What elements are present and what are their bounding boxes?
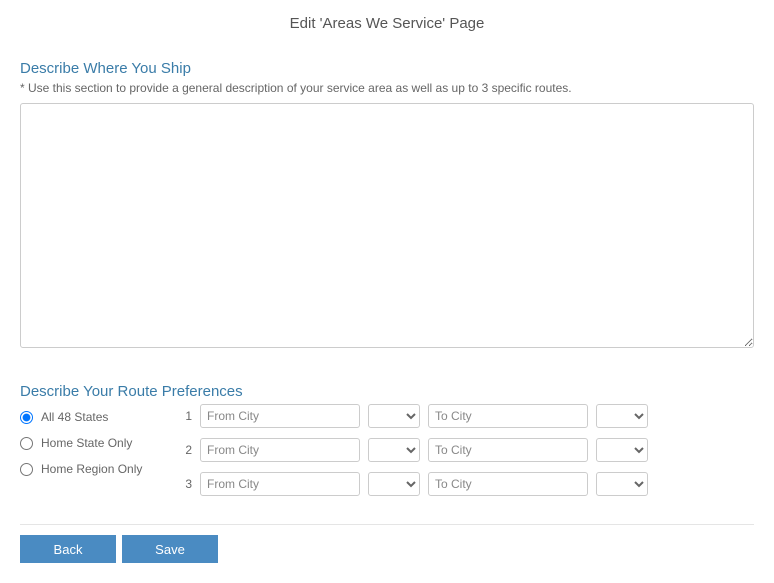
route-row: 1: [180, 404, 648, 428]
page-title: Edit 'Areas We Service' Page: [20, 15, 754, 32]
to-state-select-3[interactable]: [596, 472, 648, 496]
radio-all-48-states-input[interactable]: [20, 411, 33, 424]
radio-home-state-only[interactable]: Home State Only: [20, 436, 150, 450]
ship-section-hint: * Use this section to provide a general …: [20, 81, 754, 95]
from-city-input-2[interactable]: [200, 438, 360, 462]
route-number: 3: [180, 477, 192, 491]
to-state-select-2[interactable]: [596, 438, 648, 462]
ship-section-title: Describe Where You Ship: [20, 60, 754, 77]
to-city-input-3[interactable]: [428, 472, 588, 496]
button-row: Back Save: [20, 535, 754, 563]
route-row: 2: [180, 438, 648, 462]
service-area-description-textarea[interactable]: [20, 103, 754, 348]
radio-home-state-only-input[interactable]: [20, 437, 33, 450]
route-number: 1: [180, 409, 192, 423]
coverage-radio-group: All 48 States Home State Only Home Regio…: [20, 404, 150, 476]
radio-home-region-only-input[interactable]: [20, 463, 33, 476]
from-city-input-3[interactable]: [200, 472, 360, 496]
radio-label: Home State Only: [41, 436, 132, 450]
footer-divider: [20, 524, 754, 525]
to-state-select-1[interactable]: [596, 404, 648, 428]
route-prefs-title: Describe Your Route Preferences: [20, 383, 754, 400]
to-city-input-1[interactable]: [428, 404, 588, 428]
radio-label: Home Region Only: [41, 462, 142, 476]
radio-home-region-only[interactable]: Home Region Only: [20, 462, 150, 476]
from-state-select-3[interactable]: [368, 472, 420, 496]
route-row: 3: [180, 472, 648, 496]
routes-table: 1 2 3: [180, 404, 648, 496]
radio-all-48-states[interactable]: All 48 States: [20, 410, 150, 424]
route-number: 2: [180, 443, 192, 457]
save-button[interactable]: Save: [122, 535, 218, 563]
back-button[interactable]: Back: [20, 535, 116, 563]
from-city-input-1[interactable]: [200, 404, 360, 428]
to-city-input-2[interactable]: [428, 438, 588, 462]
route-prefs-container: All 48 States Home State Only Home Regio…: [20, 404, 754, 496]
radio-label: All 48 States: [41, 410, 108, 424]
from-state-select-2[interactable]: [368, 438, 420, 462]
from-state-select-1[interactable]: [368, 404, 420, 428]
